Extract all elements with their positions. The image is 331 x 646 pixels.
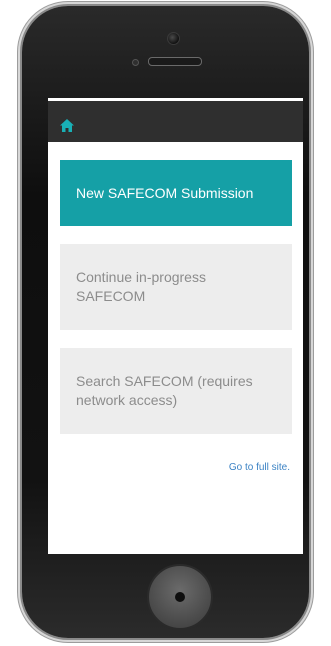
continue-in-progress-button[interactable]: Continue in-progress SAFECOM (60, 244, 292, 330)
front-camera (167, 32, 180, 45)
home-button-center (175, 592, 185, 602)
proximity-sensor (132, 59, 139, 66)
earpiece-speaker (148, 57, 202, 66)
home-button[interactable] (147, 564, 213, 630)
search-safecom-button[interactable]: Search SAFECOM (requires network access) (60, 348, 292, 434)
go-to-full-site-link[interactable]: Go to full site. (229, 462, 290, 473)
home-icon[interactable] (60, 119, 74, 132)
app-screen: New SAFECOM Submission Continue in-progr… (48, 98, 303, 554)
continue-in-progress-label: Continue in-progress SAFECOM (76, 269, 206, 304)
new-safecom-submission-label: New SAFECOM Submission (76, 184, 254, 201)
new-safecom-submission-button[interactable]: New SAFECOM Submission (60, 160, 292, 226)
device-mockup: New SAFECOM Submission Continue in-progr… (0, 0, 331, 646)
search-safecom-label: Search SAFECOM (requires network access) (76, 373, 253, 408)
app-top-bar (48, 98, 303, 142)
